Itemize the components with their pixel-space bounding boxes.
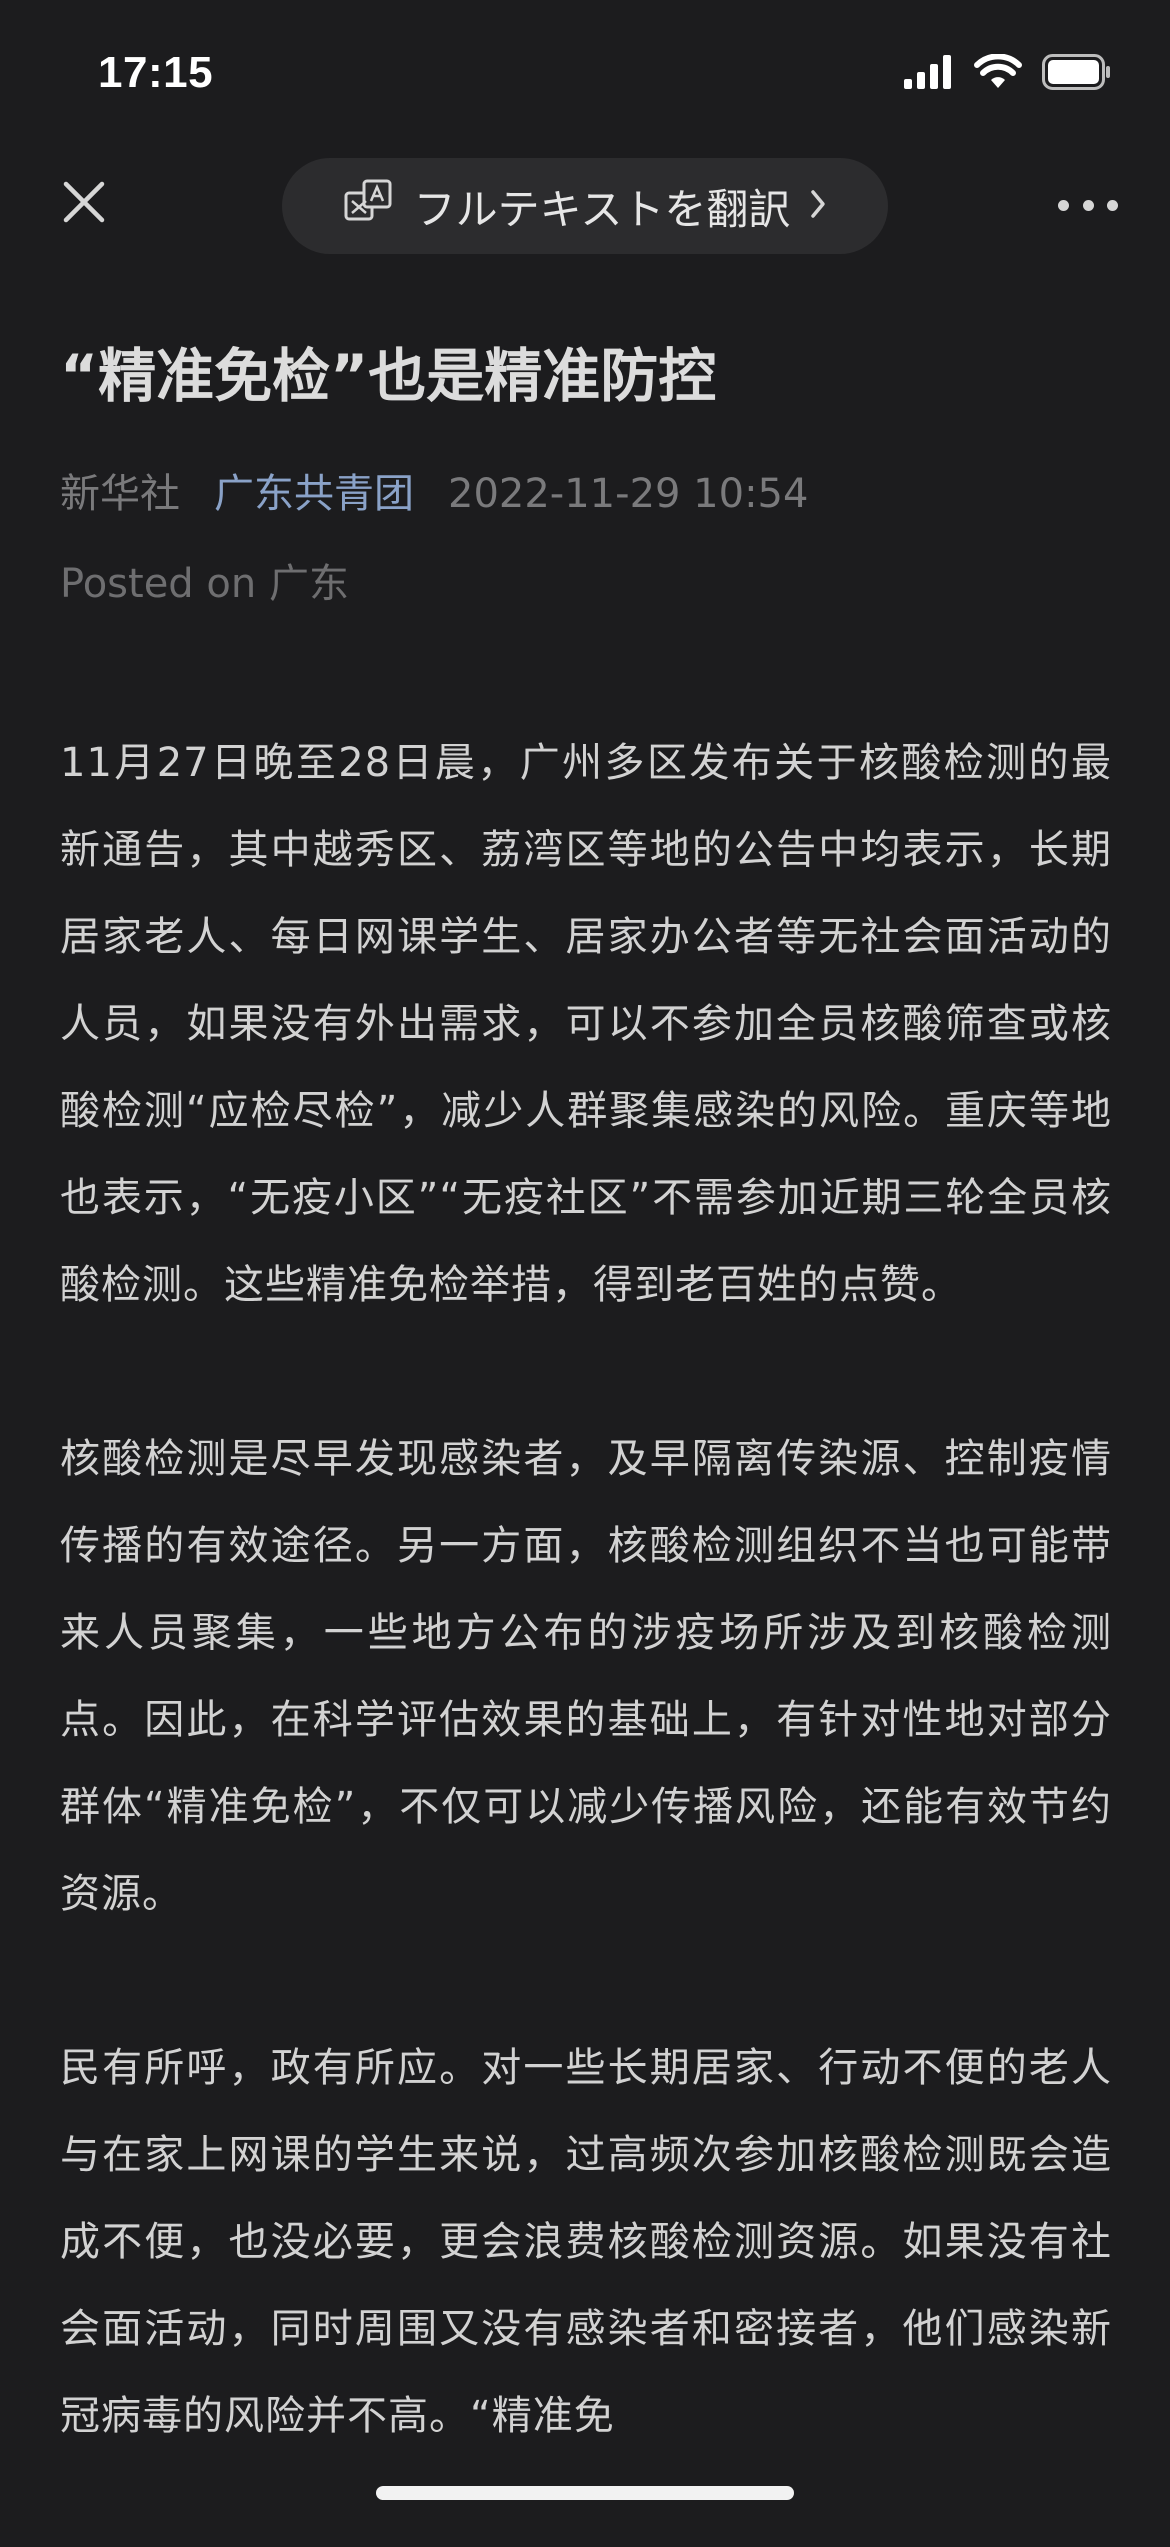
article-paragraph: 11月27日晚至28日晨，广州多区发布关于核酸检测的最新通告，其中越秀区、荔湾区… (60, 740, 1112, 1308)
article-meta: 新华社 广东共青团 2022-11-29 10:54 (60, 464, 808, 524)
more-dot (1082, 199, 1094, 211)
cellular-signal-icon (904, 55, 954, 93)
battery-icon (1042, 54, 1112, 94)
wifi-icon (974, 53, 1022, 94)
translate-icon (342, 177, 396, 235)
status-icons (904, 53, 1112, 94)
close-button[interactable] (56, 176, 112, 232)
posted-location: Posted on 广东 (60, 561, 349, 607)
article-body: 11月27日晚至28日晨，广州多区发布关于核酸检测的最新通告，其中越秀区、荔湾区… (60, 720, 1112, 2547)
more-dots-icon (1058, 199, 1069, 211)
close-icon (60, 178, 108, 230)
translate-label: フルテキストを翻訳 (413, 184, 791, 234)
status-time: 17:15 (98, 48, 214, 97)
status-bar: 17:15 (0, 0, 1170, 140)
article-paragraph: 民有所呼，政有所应。对一些长期居家、行动不便的老人与在家上网课的学生来说，过高频… (60, 2045, 1112, 2439)
article-paragraph: 核酸检测是尽早发现感染者，及早隔离传染源、控制疫情传播的有效途径。另一方面，核酸… (60, 1436, 1112, 1917)
translate-full-text-button[interactable]: フルテキストを翻訳 (282, 158, 888, 254)
home-indicator[interactable] (376, 2486, 794, 2500)
chevron-right-icon (808, 188, 828, 224)
article-title: “精准免检”也是精准防控 (60, 342, 717, 410)
more-dot (1107, 199, 1118, 211)
article-date: 2022-11-29 10:54 (448, 471, 809, 517)
more-options-button[interactable] (1058, 190, 1118, 220)
article-source: 新华社 (60, 471, 180, 517)
article-account-link[interactable]: 广东共青团 (214, 464, 414, 524)
